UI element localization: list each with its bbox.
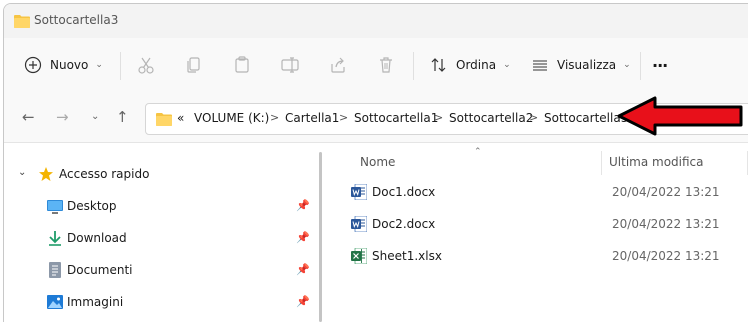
folder-icon: [14, 13, 30, 32]
recent-locations-chevron-icon[interactable]: ⌄: [91, 109, 99, 125]
navigation-pane-scrollbar[interactable]: [319, 152, 322, 322]
chevron-down-icon[interactable]: ⌄: [18, 167, 26, 178]
toolbar-divider: [413, 52, 414, 80]
more-options-icon: ···: [652, 55, 668, 75]
breadcrumb-sottocartella2[interactable]: Sottocartella2: [449, 111, 533, 125]
file-explorer-window: Sottocartella3 Nuovo ⌄ Ordina ⌄ Visualiz…: [3, 3, 748, 322]
new-button[interactable]: Nuovo ⌄: [24, 50, 103, 80]
file-row[interactable]: Doc1.docx 20/04/2022 13:21: [344, 179, 744, 207]
new-button-label: Nuovo: [50, 58, 89, 72]
breadcrumb-cartella1[interactable]: Cartella1: [285, 111, 339, 125]
chevron-right-icon[interactable]: >: [339, 111, 348, 124]
chevron-right-icon[interactable]: >: [270, 111, 279, 124]
breadcrumb-sottocartella1[interactable]: Sottocartella1: [354, 111, 438, 125]
cut-icon[interactable]: [136, 55, 156, 75]
breadcrumb-volume[interactable]: VOLUME (K:): [194, 111, 269, 125]
view-button[interactable]: Visualizza ⌄: [531, 50, 631, 80]
word-document-icon: [351, 183, 368, 204]
delete-icon[interactable]: [376, 55, 396, 75]
sort-arrows-icon: [431, 58, 446, 72]
plus-circle-icon: [24, 56, 42, 74]
command-bar: Nuovo ⌄ Ordina ⌄ Visualizza ⌄ ···: [4, 38, 748, 93]
sidebar-item-download[interactable]: Download 📌: [4, 225, 322, 253]
column-header-modified[interactable]: Ultima modifica: [609, 155, 704, 169]
window-title: Sottocartella3: [34, 13, 119, 27]
chevron-right-icon[interactable]: >: [434, 111, 443, 124]
chevron-down-icon: ⌄: [503, 60, 511, 70]
sidebar-item-quick-access[interactable]: ⌄ Accesso rapido: [4, 161, 322, 189]
back-arrow-icon[interactable]: ←: [22, 109, 35, 125]
file-name: Doc1.docx: [372, 185, 436, 199]
view-button-label: Visualizza: [557, 58, 617, 72]
sort-ascending-icon: ⌃: [474, 147, 482, 157]
toolbar-divider: [640, 52, 641, 80]
chevron-down-icon: ⌄: [623, 60, 631, 70]
more-options-button[interactable]: ···: [652, 50, 668, 80]
sort-button[interactable]: Ordina ⌄: [430, 50, 511, 80]
breadcrumb-overflow-icon[interactable]: «: [177, 111, 184, 125]
sidebar-item-label: Documenti: [67, 263, 133, 277]
image-icon: [47, 294, 63, 313]
chevron-right-icon[interactable]: >: [529, 111, 538, 124]
rename-icon[interactable]: [280, 55, 300, 75]
annotation-arrow-icon: [617, 96, 743, 136]
pin-icon[interactable]: 📌: [296, 231, 310, 244]
star-icon: [38, 166, 54, 186]
chevron-down-icon: ⌄: [95, 60, 103, 70]
copy-icon[interactable]: [184, 55, 204, 75]
share-icon[interactable]: [328, 55, 348, 75]
forward-arrow-icon[interactable]: →: [56, 109, 69, 125]
download-arrow-icon: [48, 230, 62, 250]
sort-button-label: Ordina: [456, 58, 497, 72]
toolbar-divider: [120, 52, 121, 80]
sidebar-item-images[interactable]: Immagini 📌: [4, 289, 322, 317]
sidebar-item-desktop[interactable]: Desktop 📌: [4, 193, 322, 221]
column-header-name[interactable]: Nome: [360, 155, 395, 169]
view-lines-icon: [533, 60, 547, 71]
sidebar-item-label: Accesso rapido: [59, 167, 150, 181]
folder-icon: [156, 111, 172, 130]
file-row[interactable]: Sheet1.xlsx 20/04/2022 13:21: [344, 243, 744, 271]
file-modified-date: 20/04/2022 13:21: [612, 217, 720, 231]
desktop-icon: [47, 199, 63, 218]
file-modified-date: 20/04/2022 13:21: [612, 185, 720, 199]
file-name: Sheet1.xlsx: [372, 249, 442, 263]
file-row[interactable]: Doc2.docx 20/04/2022 13:21: [344, 211, 744, 239]
sidebar-item-documents[interactable]: Documenti 📌: [4, 257, 322, 285]
file-name: Doc2.docx: [372, 217, 436, 231]
sidebar-item-label: Immagini: [67, 295, 124, 309]
excel-spreadsheet-icon: [351, 247, 368, 268]
document-icon: [49, 262, 61, 282]
file-modified-date: 20/04/2022 13:21: [612, 249, 720, 263]
paste-icon[interactable]: [232, 55, 252, 75]
title-bar: Sottocartella3: [4, 4, 748, 38]
file-list: ⌃ Nome Ultima modifica Doc1.docx 20/04/2…: [324, 143, 748, 322]
word-document-icon: [351, 215, 368, 236]
column-divider[interactable]: [601, 151, 602, 175]
pin-icon[interactable]: 📌: [296, 199, 310, 212]
navigation-pane: ⌄ Accesso rapido Desktop 📌 Download 📌 Do…: [4, 143, 322, 322]
pin-icon[interactable]: 📌: [296, 263, 310, 276]
sidebar-item-label: Download: [67, 231, 127, 245]
up-arrow-icon[interactable]: ↑: [116, 109, 129, 125]
sidebar-item-label: Desktop: [67, 199, 117, 213]
pin-icon[interactable]: 📌: [296, 295, 310, 308]
